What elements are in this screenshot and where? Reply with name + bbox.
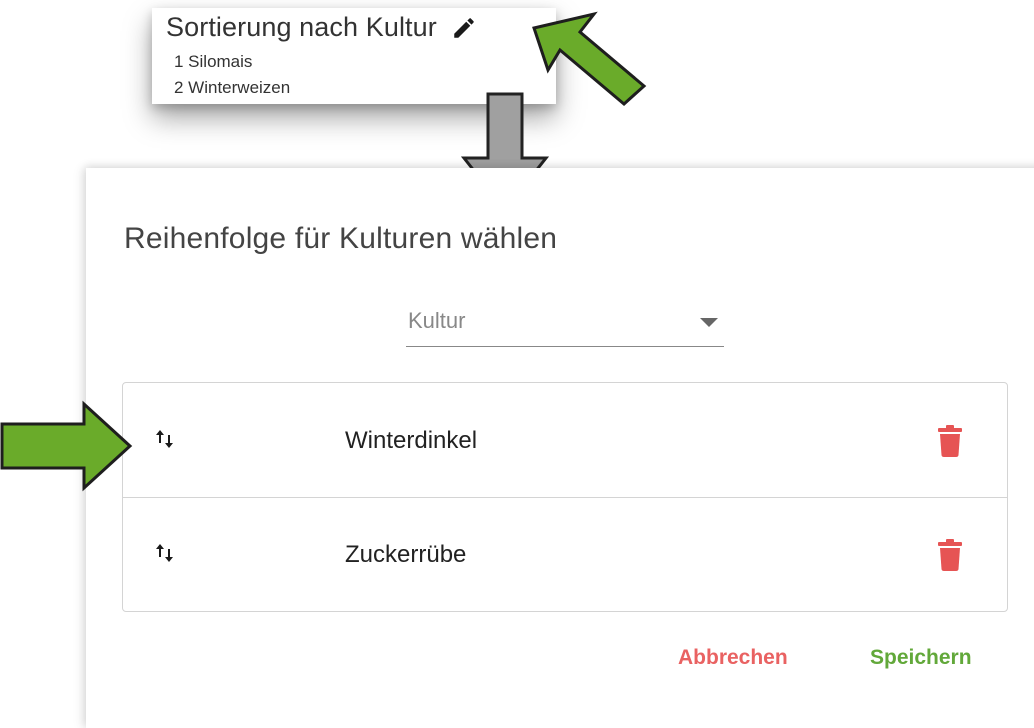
- trash-icon[interactable]: [937, 539, 963, 571]
- annotation-arrow-green-right: [0, 400, 133, 492]
- sort-card-title-row: Sortierung nach Kultur: [166, 12, 477, 43]
- save-button[interactable]: Speichern: [870, 646, 972, 670]
- list-item[interactable]: Zuckerrübe: [123, 497, 1007, 611]
- reorder-arrows-icon[interactable]: [153, 427, 177, 451]
- sort-card-title: Sortierung nach Kultur: [166, 12, 437, 42]
- sort-card: Sortierung nach Kultur 1 Silomais 2 Wint…: [152, 8, 556, 104]
- list-item-label: Winterdinkel: [345, 427, 478, 454]
- culture-select[interactable]: Kultur: [406, 300, 724, 347]
- culture-select-value: Kultur: [408, 308, 466, 333]
- culture-order-list: Winterdinkel Zuckerrübe: [122, 382, 1008, 612]
- list-item[interactable]: Winterdinkel: [123, 383, 1007, 498]
- list-item-label: Zuckerrübe: [345, 541, 467, 568]
- dialog-title: Reihenfolge für Kulturen wählen: [124, 222, 558, 255]
- cancel-button[interactable]: Abbrechen: [678, 646, 788, 670]
- sort-card-item: 2 Winterweizen: [174, 78, 291, 97]
- trash-icon[interactable]: [937, 425, 963, 457]
- edit-pencil-icon[interactable]: [451, 15, 477, 41]
- reorder-arrows-icon[interactable]: [153, 541, 177, 565]
- dropdown-caret-icon: [700, 318, 718, 327]
- sort-card-item: 1 Silomais: [174, 52, 253, 71]
